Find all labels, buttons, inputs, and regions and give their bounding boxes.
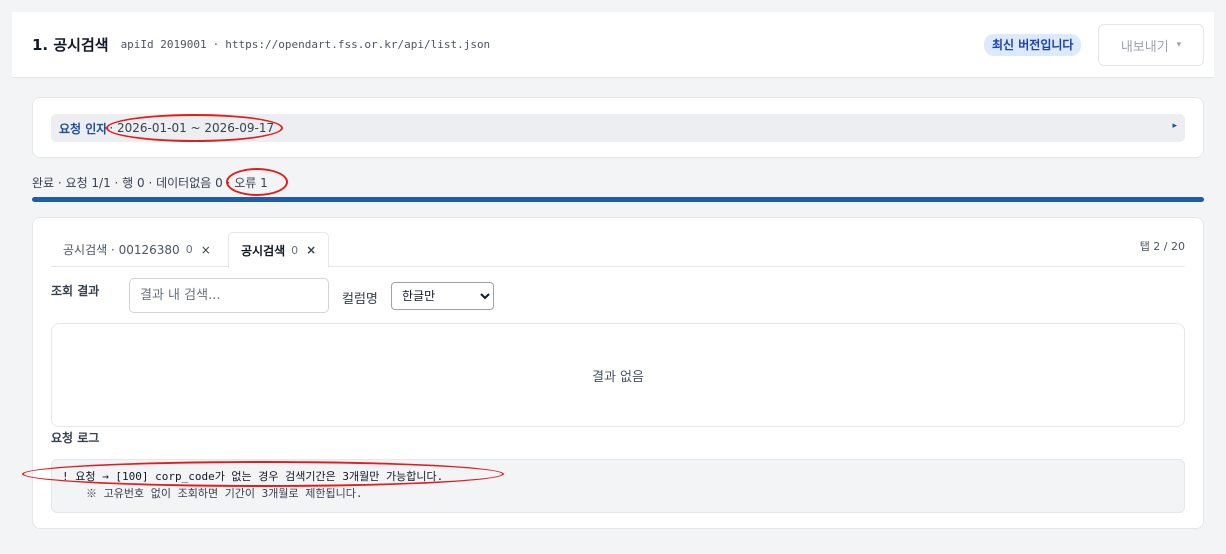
params-value: · 2026-01-01 ~ 2026-09-17 <box>109 121 275 135</box>
result-tabs: 공시검색 · 00126380 0 × 공시검색 0 × 탭 2 / 20 <box>51 232 1185 268</box>
column-name-label: 컬럼명 <box>342 292 378 307</box>
export-button[interactable]: 내보내기 ▾ <box>1098 24 1204 66</box>
version-badge: 최신 버전입니다 <box>984 34 1082 56</box>
page-title: 1. 공시검색 <box>32 36 109 54</box>
params-label: 요청 인자 <box>59 121 108 136</box>
api-meta: apiId 2019001 · https://opendart.fss.or.kr… <box>121 38 491 51</box>
request-params-toggle[interactable]: 요청 인자 · 2026-01-01 ~ 2026-09-17 ▸ <box>51 114 1185 142</box>
log-subline: ※ 고유번호 없이 조회하면 기간이 3개월로 제한됩니다. <box>86 487 363 500</box>
request-params-card: 요청 인자 · 2026-01-01 ~ 2026-09-17 ▸ <box>32 97 1204 158</box>
tab-search-00126380[interactable]: 공시검색 · 00126380 0 × <box>51 232 223 267</box>
close-icon[interactable]: × <box>201 243 211 257</box>
empty-message: 결과 없음 <box>592 369 644 385</box>
progress-bar <box>32 197 1204 202</box>
request-log-label: 요청 로그 <box>51 431 100 445</box>
progress-fill <box>32 197 1204 202</box>
tab-count: 0 <box>185 243 193 256</box>
result-search-input[interactable] <box>129 278 329 313</box>
export-label: 내보내기 <box>1120 39 1169 55</box>
results-table-empty: 결과 없음 <box>51 323 1185 427</box>
request-log: ! 요청 → [100] corp_code가 없는 경우 검색기간은 3개월만… <box>51 459 1185 513</box>
column-name-select[interactable]: 한글만 <box>391 282 494 310</box>
close-icon[interactable]: × <box>306 243 316 257</box>
tab-search-active[interactable]: 공시검색 0 × <box>228 232 330 268</box>
status-summary: 완료 · 요청 1/1 · 행 0 · 데이터없음 0 · 오류 1 <box>32 176 268 190</box>
meta-separator: · <box>212 38 220 51</box>
result-card: 공시검색 · 00126380 0 × 공시검색 0 × 탭 2 / 20 조회… <box>32 217 1204 529</box>
tab-counter: 탭 2 / 20 <box>1139 240 1185 253</box>
tab-label: 공시검색 <box>241 243 286 258</box>
tab-label: 공시검색 · 00126380 <box>63 243 180 257</box>
results-label: 조회 결과 <box>51 284 100 298</box>
page-header: 1. 공시검색 apiId 2019001 · https://opendart.f… <box>12 12 1214 78</box>
api-id: apiId 2019001 <box>120 38 207 51</box>
log-line: ! 요청 → [100] corp_code가 없는 경우 검색기간은 3개월만… <box>62 470 444 483</box>
tab-count: 0 <box>291 243 299 257</box>
expand-arrow-icon: ▸ <box>1172 121 1177 131</box>
chevron-down-icon: ▾ <box>1176 40 1182 50</box>
api-url: https://opendart.fss.or.kr/api/list.json <box>225 38 491 51</box>
